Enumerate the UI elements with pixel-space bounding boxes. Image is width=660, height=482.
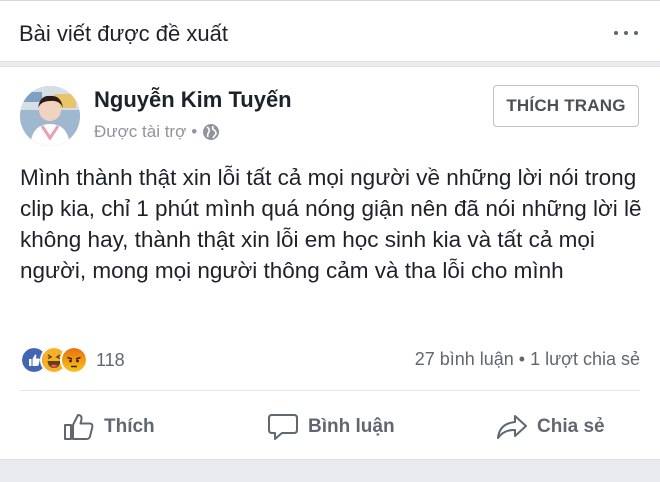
avatar[interactable] — [20, 86, 80, 146]
share-button[interactable]: Chia sẻ — [496, 413, 605, 441]
feed-section-header: Bài viết được đề xuất — [0, 0, 660, 62]
post-actions: Thích Bình luận Chia sẻ — [0, 391, 660, 461]
angry-reaction-icon — [60, 346, 88, 374]
reactions-summary[interactable]: 118 — [20, 346, 125, 374]
share-label: Chia sẻ — [537, 416, 605, 437]
share-icon — [497, 415, 527, 439]
feed-gap — [0, 461, 660, 482]
sponsored-label[interactable]: Được tài trợ — [94, 122, 186, 142]
reaction-count: 118 — [96, 349, 125, 370]
comment-share-stats[interactable]: 27 bình luận • 1 lượt chia sẻ — [415, 349, 640, 370]
section-title: Bài viết được đề xuất — [19, 21, 228, 46]
post-card: Nguyễn Kim Tuyến Được tài trợ • THÍCH TR… — [0, 66, 660, 460]
post-meta: Được tài trợ • — [94, 122, 220, 142]
like-label: Thích — [104, 416, 155, 437]
like-page-button[interactable]: THÍCH TRANG — [493, 85, 639, 127]
thumbs-up-icon — [64, 414, 94, 440]
comment-label: Bình luận — [308, 416, 395, 437]
more-icon[interactable] — [614, 31, 638, 35]
comment-icon — [268, 414, 298, 440]
globe-icon — [203, 124, 220, 140]
author-name[interactable]: Nguyễn Kim Tuyến — [94, 87, 292, 113]
like-button[interactable]: Thích — [63, 413, 155, 441]
comment-button[interactable]: Bình luận — [267, 413, 395, 441]
meta-separator: • — [191, 122, 198, 141]
post-text: Mình thành thật xin lỗi tất cả mọi người… — [20, 165, 642, 283]
